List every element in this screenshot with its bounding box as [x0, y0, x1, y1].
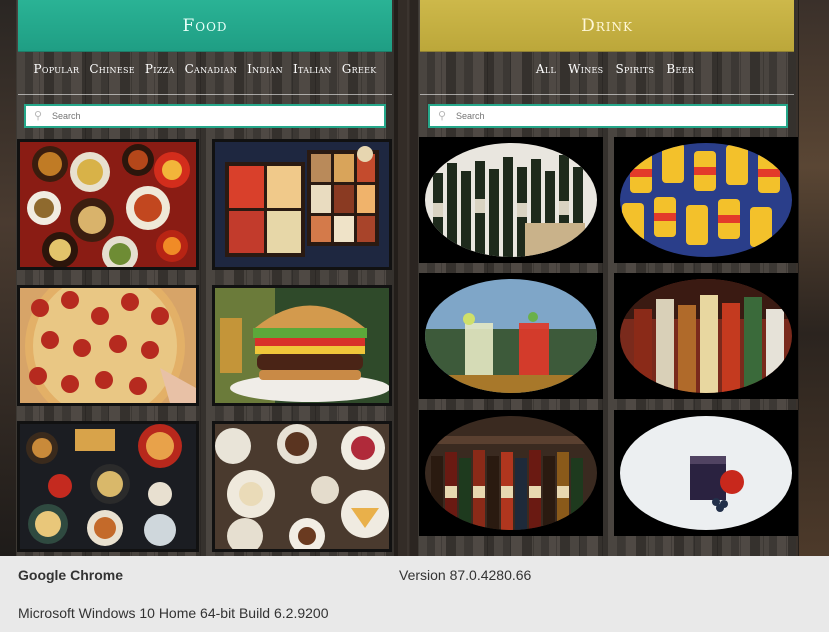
tab-canadian[interactable]: Canadian: [185, 62, 238, 86]
tab-spirits[interactable]: Spirits: [615, 62, 654, 86]
browser-version: Version 87.0.4280.66: [399, 567, 532, 583]
drink-banner[interactable]: Drink: [420, 0, 794, 52]
food-panel: Food Popular Chinese Pizza Canadian Indi…: [16, 0, 394, 556]
food-search-input[interactable]: [52, 111, 352, 121]
left-background-strip: [0, 0, 16, 556]
os-info: Microsoft Windows 10 Home 64-bit Build 6…: [18, 605, 329, 621]
drink-divider: [420, 94, 794, 95]
drink-image-wine-bottles[interactable]: [419, 137, 603, 263]
food-image-pizza[interactable]: [17, 285, 199, 406]
drink-panel: Drink All Wines Spirits Beer ⚲: [418, 0, 798, 556]
food-image-burger[interactable]: [212, 285, 392, 406]
food-title: Food: [182, 15, 228, 36]
system-info-footer: Google Chrome Version 87.0.4280.66 Micro…: [0, 556, 829, 632]
search-icon: ⚲: [34, 110, 43, 122]
app-screen: Food Popular Chinese Pizza Canadian Indi…: [0, 0, 829, 556]
tab-all[interactable]: All: [536, 62, 556, 86]
tab-indian[interactable]: Indian: [247, 62, 283, 86]
tab-greek[interactable]: Greek: [342, 62, 377, 86]
drink-image-soda-cans[interactable]: [614, 137, 798, 263]
drink-tabs: All Wines Spirits Beer: [418, 62, 796, 86]
drink-title: Drink: [581, 15, 633, 36]
drink-image-beer-bottles[interactable]: [419, 410, 603, 536]
drink-image-juice-glass[interactable]: [614, 410, 798, 536]
food-tabs: Popular Chinese Pizza Canadian Indian It…: [16, 62, 394, 86]
food-search-box[interactable]: ⚲: [24, 104, 386, 128]
tab-wines[interactable]: Wines: [568, 62, 603, 86]
right-background-strip: [799, 0, 829, 556]
tab-pizza[interactable]: Pizza: [145, 62, 175, 86]
drink-image-cocktails[interactable]: [419, 273, 603, 399]
food-divider: [18, 94, 392, 95]
food-image-desserts[interactable]: [212, 421, 392, 552]
tab-italian[interactable]: Italian: [293, 62, 332, 86]
drink-search-box[interactable]: ⚲: [428, 104, 788, 128]
food-banner[interactable]: Food: [18, 0, 392, 52]
search-icon: ⚲: [438, 110, 447, 122]
drink-image-spirits[interactable]: [614, 273, 798, 399]
tab-chinese[interactable]: Chinese: [89, 62, 135, 86]
tab-popular[interactable]: Popular: [33, 62, 79, 86]
food-image-bento[interactable]: [212, 139, 392, 270]
drink-search-input[interactable]: [456, 111, 756, 121]
tab-beer[interactable]: Beer: [666, 62, 694, 86]
food-image-asian-bowls[interactable]: [17, 139, 199, 270]
browser-name: Google Chrome: [18, 567, 124, 583]
food-image-asian-dishes[interactable]: [17, 421, 199, 552]
